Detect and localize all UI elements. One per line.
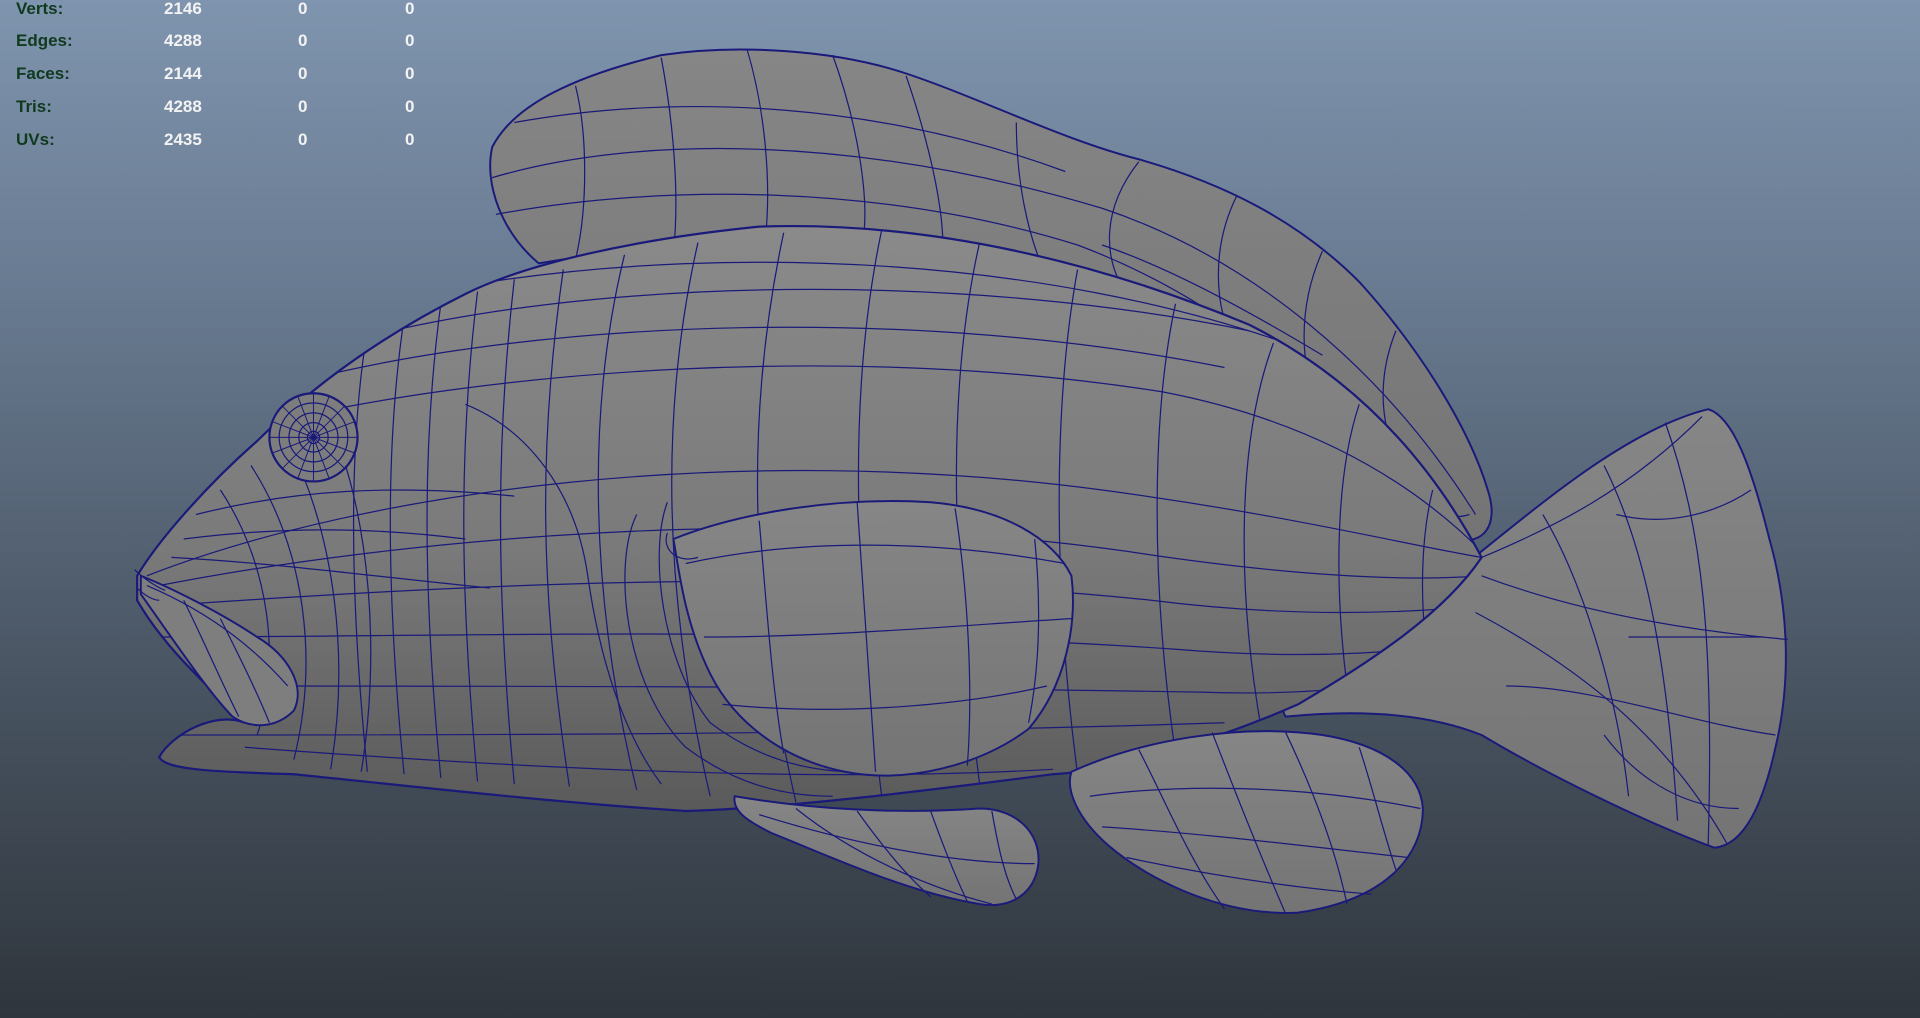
hud-label: Edges: [16,31,73,50]
hud-value-object: 2144 [164,64,202,83]
hud-row-edges: Edges: 4288 0 0 [0,32,440,56]
hud-value-object: 2146 [164,0,202,18]
hud-value-highlighted: 0 [405,64,415,83]
hud-value-selected: 0 [298,0,308,18]
eye [268,392,359,483]
hud-value-object: 2435 [164,130,202,149]
hud-row-tris: Tris: 4288 0 0 [0,98,440,122]
hud-label: Verts: [16,0,64,18]
hud-label: Tris: [16,97,52,116]
hud-label: Faces: [16,64,70,83]
hud-value-highlighted: 0 [405,97,415,116]
anal-fin [1068,730,1424,914]
hud-value-highlighted: 0 [405,0,415,18]
hud-row-uvs: UVs: 2435 0 0 [0,131,440,155]
hud-row-faces: Faces: 2144 0 0 [0,65,440,89]
hud-value-selected: 0 [298,130,308,149]
hud-row-verts: Verts: 2146 0 0 [0,0,440,24]
poly-count-hud: Verts: 2146 0 0 Edges: 4288 0 0 Faces: 2… [0,0,440,160]
hud-value-selected: 0 [298,64,308,83]
hud-value-highlighted: 0 [405,31,415,50]
hud-label: UVs: [16,130,55,149]
hud-value-object: 4288 [164,97,202,116]
hud-value-object: 4288 [164,31,202,50]
viewport-3d[interactable]: Verts: 2146 0 0 Edges: 4288 0 0 Faces: 2… [0,0,1920,1018]
hud-value-selected: 0 [298,31,308,50]
hud-value-selected: 0 [298,97,308,116]
hud-value-highlighted: 0 [405,130,415,149]
